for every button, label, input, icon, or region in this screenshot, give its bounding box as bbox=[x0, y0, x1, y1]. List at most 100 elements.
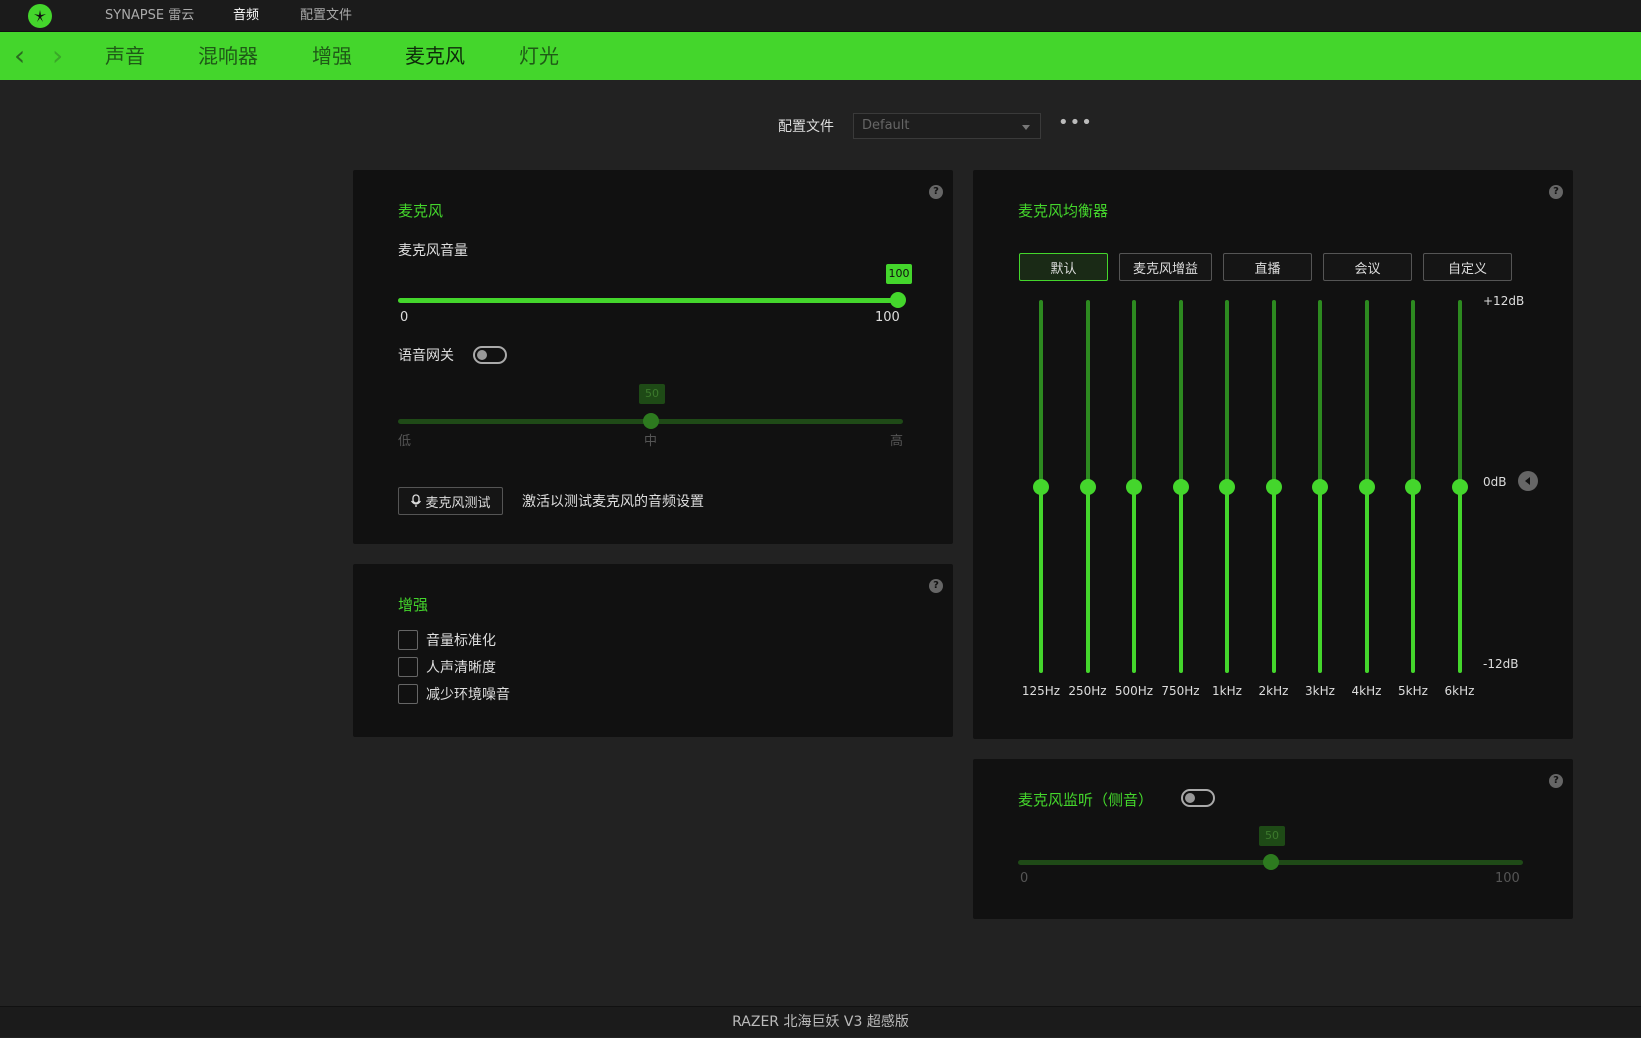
eq-band-track[interactable] bbox=[1225, 300, 1229, 487]
eq-band-track[interactable] bbox=[1178, 300, 1183, 487]
eq-band-fill bbox=[1039, 486, 1043, 673]
eq-panel-title: 麦克风均衡器 bbox=[1018, 202, 1109, 220]
eq-band-track[interactable] bbox=[1085, 300, 1090, 487]
help-icon[interactable]: ? bbox=[929, 579, 943, 593]
back-arrow-icon[interactable]: ‹ bbox=[14, 40, 25, 72]
eq-band-knob[interactable] bbox=[1312, 478, 1328, 495]
eq-band-label: 500Hz bbox=[1114, 684, 1154, 698]
profile-select[interactable]: Default bbox=[853, 113, 1041, 139]
eq-band-knob[interactable] bbox=[1172, 478, 1189, 495]
vocal-clarity-checkbox[interactable] bbox=[398, 657, 418, 677]
eq-band-track[interactable] bbox=[1132, 300, 1136, 487]
eq-band-knob[interactable] bbox=[1126, 478, 1142, 495]
mic-volume-min: 0 bbox=[400, 310, 409, 325]
eq-band-label: 3kHz bbox=[1305, 684, 1335, 698]
eq-band-label: 4kHz bbox=[1351, 684, 1382, 698]
eq-db-mid: 0dB bbox=[1483, 475, 1507, 489]
profile-label: 配置文件 bbox=[778, 119, 834, 135]
eq-band-label: 250Hz bbox=[1068, 684, 1107, 698]
device-status-bar: RAZER 北海巨妖 V3 超感版 bbox=[0, 1006, 1641, 1037]
eq-band-track[interactable] bbox=[1457, 300, 1462, 487]
eq-band-fill bbox=[1132, 486, 1136, 673]
eq-preset-streaming[interactable]: 直播 bbox=[1223, 253, 1312, 281]
mic-volume-label: 麦克风音量 bbox=[398, 243, 468, 259]
eq-band-label: 5kHz bbox=[1398, 684, 1428, 698]
mic-test-button[interactable]: 麦克风测试 bbox=[398, 487, 503, 515]
eq-band-knob[interactable] bbox=[1358, 478, 1375, 495]
help-icon[interactable]: ? bbox=[1549, 774, 1563, 788]
eq-band-knob[interactable] bbox=[1079, 478, 1096, 495]
eq-band-track[interactable] bbox=[1411, 300, 1415, 487]
voice-gate-low: 低 bbox=[398, 434, 412, 449]
eq-band-label: 125Hz bbox=[1021, 684, 1061, 698]
eq-preset-mic-boost[interactable]: 麦克风增益 bbox=[1119, 253, 1212, 281]
profile-select-value: Default bbox=[862, 118, 910, 133]
help-icon[interactable]: ? bbox=[929, 185, 943, 199]
mic-volume-max: 100 bbox=[875, 310, 900, 325]
monitor-min: 0 bbox=[1020, 871, 1029, 886]
tab-audio[interactable]: 音频 bbox=[233, 0, 259, 32]
tab-enhancement[interactable]: 增强 bbox=[312, 42, 352, 70]
noise-reduction-checkbox[interactable] bbox=[398, 684, 418, 704]
monitor-toggle[interactable] bbox=[1181, 789, 1215, 807]
vocal-clarity-label: 人声清晰度 bbox=[426, 660, 496, 676]
eq-band-fill bbox=[1085, 486, 1090, 673]
voice-gate-label: 语音网关 bbox=[398, 348, 454, 364]
eq-band-fill bbox=[1178, 486, 1183, 673]
tab-profiles[interactable]: 配置文件 bbox=[300, 0, 352, 32]
tab-mixer[interactable]: 混响器 bbox=[198, 42, 258, 70]
forward-arrow-icon[interactable]: › bbox=[52, 40, 63, 72]
voice-gate-knob[interactable] bbox=[643, 413, 659, 429]
eq-preset-default[interactable]: 默认 bbox=[1019, 253, 1108, 281]
eq-band-track[interactable] bbox=[1364, 300, 1369, 487]
eq-band-fill bbox=[1318, 486, 1322, 673]
eq-collapse-arrow-icon[interactable] bbox=[1518, 471, 1538, 491]
eq-band-fill bbox=[1271, 486, 1276, 673]
eq-band-knob[interactable] bbox=[1405, 478, 1421, 495]
chevron-down-icon bbox=[1022, 125, 1030, 130]
eq-band-knob[interactable] bbox=[1219, 478, 1235, 495]
eq-band-fill bbox=[1457, 486, 1462, 673]
mic-volume-fill bbox=[398, 298, 898, 303]
monitor-panel-title: 麦克风监听（侧音） bbox=[1018, 791, 1154, 809]
eq-band-fill bbox=[1411, 486, 1415, 673]
monitor-knob[interactable] bbox=[1263, 854, 1279, 870]
tab-sound[interactable]: 声音 bbox=[105, 42, 145, 70]
mic-panel: ? 麦克风 麦克风音量 100 0 100 语音网关 50 低 中 高 麦克风测… bbox=[353, 170, 953, 544]
eq-preset-custom[interactable]: 自定义 bbox=[1423, 253, 1512, 281]
microphone-icon bbox=[411, 494, 422, 507]
voice-gate-toggle[interactable] bbox=[473, 346, 507, 364]
sub-navigation: ‹ › 声音 混响器 增强 麦克风 灯光 bbox=[0, 32, 1641, 80]
volume-normalization-checkbox[interactable] bbox=[398, 630, 418, 650]
mic-volume-knob[interactable] bbox=[890, 292, 906, 308]
eq-band-track[interactable] bbox=[1318, 300, 1322, 487]
monitor-bubble: 50 bbox=[1259, 826, 1285, 846]
monitor-max: 100 bbox=[1495, 871, 1520, 886]
mic-volume-bubble: 100 bbox=[886, 264, 912, 284]
tab-lighting[interactable]: 灯光 bbox=[519, 42, 559, 70]
eq-band-label: 750Hz bbox=[1161, 684, 1200, 698]
voice-gate-high: 高 bbox=[890, 434, 904, 449]
mic-test-hint: 激活以测试麦克风的音频设置 bbox=[522, 494, 704, 510]
eq-band-fill bbox=[1225, 486, 1229, 673]
eq-preset-conference[interactable]: 会议 bbox=[1323, 253, 1412, 281]
eq-band-knob[interactable] bbox=[1033, 478, 1049, 495]
eq-band-track[interactable] bbox=[1271, 300, 1276, 487]
tab-mic[interactable]: 麦克风 bbox=[405, 42, 465, 70]
eq-band-track[interactable] bbox=[1039, 300, 1043, 487]
eq-band-label: 6kHz bbox=[1444, 684, 1475, 698]
eq-band-label: 2kHz bbox=[1258, 684, 1289, 698]
voice-gate-bubble: 50 bbox=[639, 384, 665, 404]
app-name: SYNAPSE 雷云 bbox=[105, 8, 195, 23]
enhance-panel: ? 增强 音量标准化 人声清晰度 减少环境噪音 bbox=[353, 564, 953, 737]
enhance-panel-title: 增强 bbox=[398, 596, 429, 614]
more-options-button[interactable]: ••• bbox=[1058, 112, 1093, 133]
device-name: RAZER 北海巨妖 V3 超感版 bbox=[732, 1014, 909, 1030]
eq-band-knob[interactable] bbox=[1451, 478, 1468, 495]
volume-normalization-label: 音量标准化 bbox=[426, 633, 496, 649]
help-icon[interactable]: ? bbox=[1549, 185, 1563, 199]
razer-logo-icon[interactable] bbox=[28, 4, 52, 28]
eq-band-knob[interactable] bbox=[1265, 478, 1282, 495]
monitor-panel: ? 麦克风监听（侧音） 50 0 100 bbox=[973, 759, 1573, 919]
noise-reduction-label: 减少环境噪音 bbox=[426, 687, 510, 703]
